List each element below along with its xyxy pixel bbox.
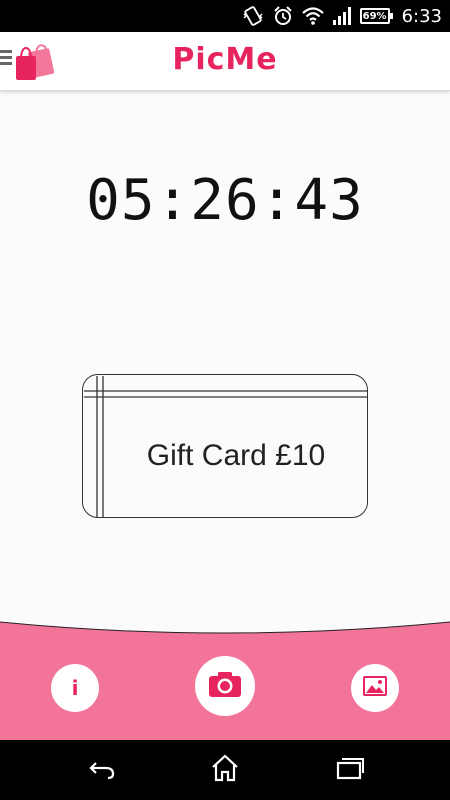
signal-icon (332, 6, 352, 26)
bottom-action-bar: i (0, 608, 450, 740)
home-icon (210, 754, 240, 786)
recents-button[interactable] (330, 754, 370, 786)
wifi-icon (301, 6, 324, 26)
gallery-button[interactable] (351, 664, 399, 712)
status-bar: 69% 6:33 (0, 0, 450, 32)
info-icon: i (71, 676, 79, 700)
home-button[interactable] (205, 754, 245, 786)
image-icon (363, 676, 387, 700)
screen: 69% 6:33 PicMe 05:26:43 Gift Card £10 i (0, 0, 450, 800)
battery-icon: 69% (359, 8, 393, 24)
camera-button[interactable] (195, 656, 255, 716)
info-button[interactable]: i (51, 664, 99, 712)
app-title: PicMe (172, 42, 278, 77)
back-button[interactable] (80, 754, 120, 786)
recents-icon (335, 756, 365, 784)
battery-percent: 69% (362, 10, 387, 22)
gift-card-label: Gift Card £10 (146, 439, 326, 472)
status-time: 6:33 (401, 5, 442, 27)
vibrate-icon (242, 5, 264, 27)
app-bar: PicMe (0, 32, 450, 91)
alarm-icon (272, 5, 294, 27)
system-nav-bar (0, 740, 450, 800)
status-icons: 69% 6:33 (242, 0, 442, 32)
gift-card[interactable]: Gift Card £10 (82, 374, 368, 518)
camera-icon (208, 670, 242, 702)
countdown-timer: 05:26:43 (86, 168, 364, 233)
back-icon (84, 756, 116, 784)
